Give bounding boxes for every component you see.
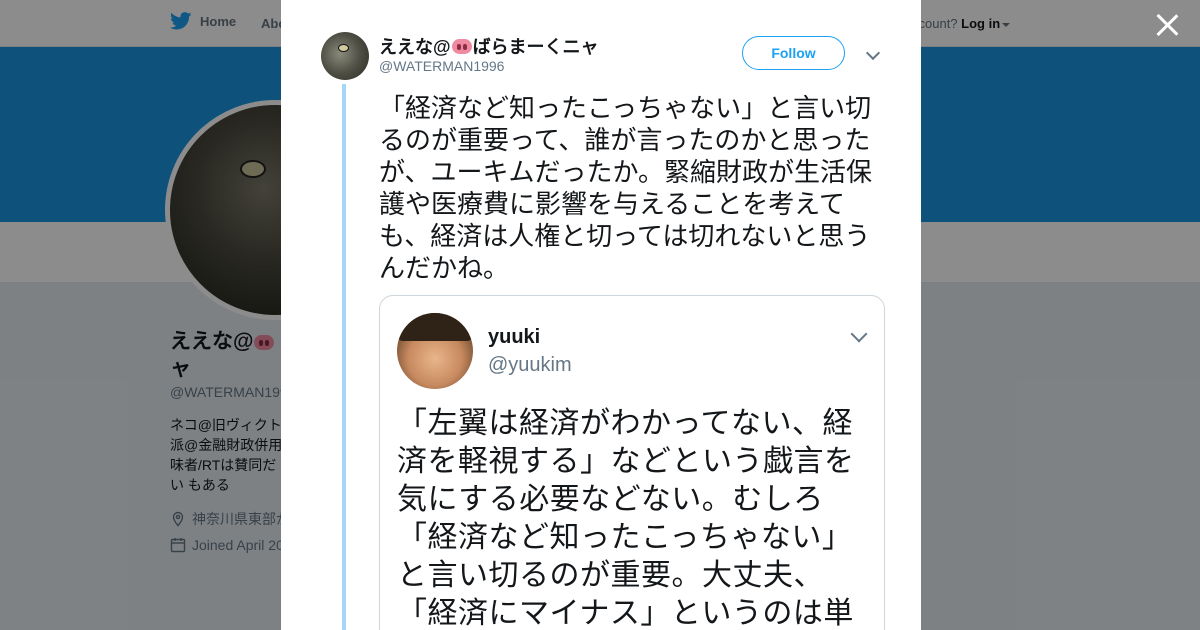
embedded-tweet-image[interactable]: yuuki @yuukim 「左翼は経済がわかってない、経済を軽視する」などとい… xyxy=(379,295,885,630)
tweet-text: 「経済など知ったこっちゃない」と言い切るのが重要って、誰が言ったのかと思ったが、… xyxy=(379,93,872,283)
author-handle[interactable]: @WATERMAN1996 xyxy=(379,58,504,74)
embedded-avatar xyxy=(397,313,473,389)
chevron-down-icon xyxy=(850,325,868,343)
tweet-modal: ええな@ ばらまーくニャ @WATERMAN1996 Follow 「経済など知っ… xyxy=(281,0,921,630)
embedded-author-handle: @yuukim xyxy=(488,354,572,376)
chevron-down-icon[interactable] xyxy=(865,45,881,61)
thread-line xyxy=(342,84,346,630)
close-icon[interactable] xyxy=(1154,12,1180,38)
pig-nose-icon xyxy=(451,38,472,54)
embedded-tweet-text: 「左翼は経済がわかってない、経済を軽視する」などという戯言を気にする必要などない… xyxy=(397,407,855,630)
author-name[interactable]: ええな@ ばらまーくニャ xyxy=(379,33,599,59)
embedded-author-name: yuuki xyxy=(488,326,541,348)
author-avatar[interactable] xyxy=(321,32,369,80)
follow-button[interactable]: Follow xyxy=(742,36,845,70)
